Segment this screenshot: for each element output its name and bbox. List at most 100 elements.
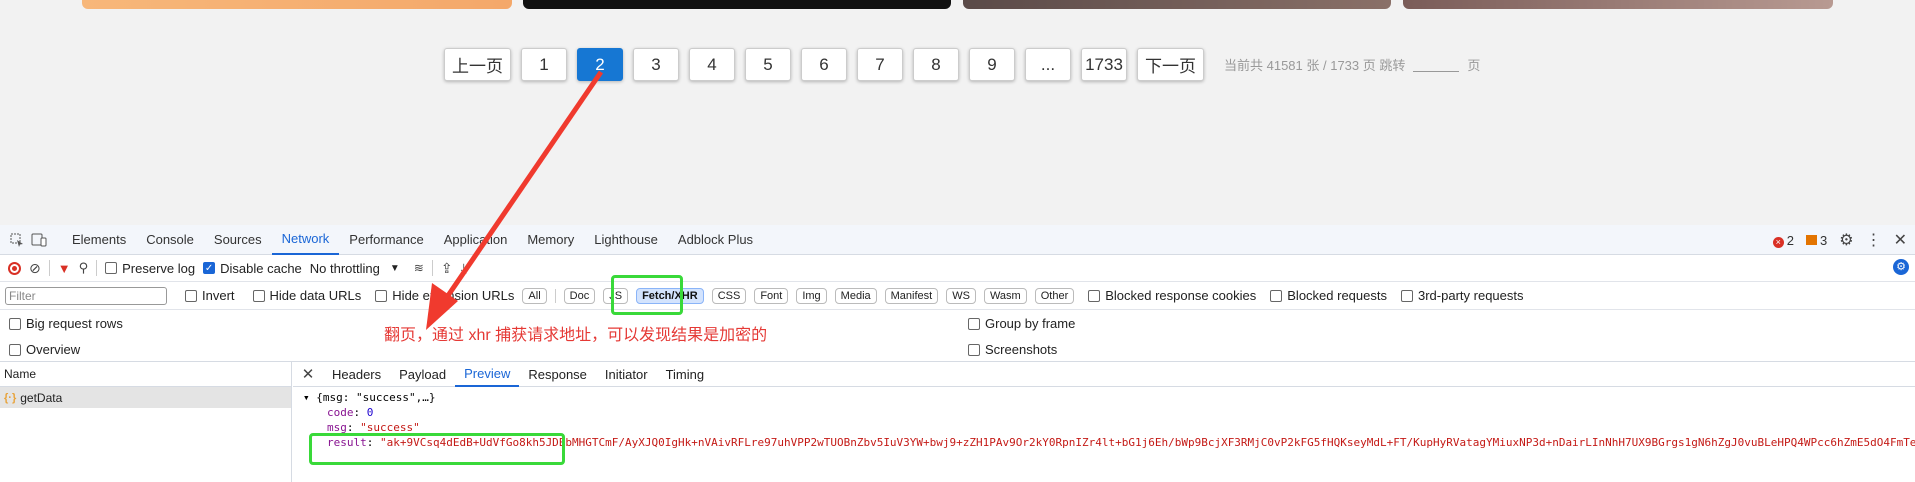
screenshots-checkbox[interactable]: Screenshots xyxy=(968,342,1057,357)
checkbox-box xyxy=(185,289,197,302)
blocked-response-cookies-checkbox[interactable]: Blocked response cookies xyxy=(1088,288,1256,303)
more-options-icon[interactable]: ⋮ xyxy=(1866,230,1882,250)
filter-chip-css[interactable]: CSS xyxy=(711,287,747,304)
page: 上一页 1 2 3 4 5 6 7 8 9 ... 1733 下一页 当前共 4… xyxy=(0,0,1915,482)
thumbnail-image[interactable] xyxy=(963,0,1391,9)
detail-tab-headers[interactable]: Headers xyxy=(323,362,390,387)
filter-chip-font[interactable]: Font xyxy=(754,287,789,304)
json-root[interactable]: ▾ {msg: "success",…} xyxy=(303,390,1915,405)
thumbnail-image[interactable] xyxy=(82,0,512,9)
filter-chip-doc[interactable]: Doc xyxy=(563,287,596,304)
devtools-tab-adblock-plus[interactable]: Adblock Plus xyxy=(668,225,763,255)
filter-chip-img[interactable]: Img xyxy=(796,287,827,304)
chevron-down-icon: ▼ xyxy=(389,262,400,274)
checkbox-box xyxy=(1088,289,1101,302)
devtools-tab-elements[interactable]: Elements xyxy=(62,225,136,255)
preserve-log-checkbox[interactable]: Preserve log xyxy=(105,261,195,276)
filter-chip-manifest[interactable]: Manifest xyxy=(884,287,939,304)
group-by-frame-checkbox[interactable]: Group by frame xyxy=(968,316,1075,331)
page-button[interactable]: 4 xyxy=(689,48,735,81)
error-counter[interactable]: × 2 xyxy=(1772,233,1794,248)
warning-icon xyxy=(1806,234,1818,245)
throttling-select[interactable]: No throttling ▼ xyxy=(310,261,400,276)
detail-tab-payload[interactable]: Payload xyxy=(390,362,455,387)
disable-cache-checkbox[interactable]: ✓ Disable cache xyxy=(203,261,302,276)
page-button[interactable]: 3 xyxy=(633,48,679,81)
device-toolbar-icon[interactable] xyxy=(28,229,50,251)
export-har-icon[interactable]: ⤓ xyxy=(461,260,467,277)
page-button-active[interactable]: 2 xyxy=(577,48,623,81)
devtools-tab-lighthouse[interactable]: Lighthouse xyxy=(584,225,668,255)
checkbox-box xyxy=(9,343,21,356)
network-toolbar: ⊘ ▼ ⚲ Preserve log ✓ Disable cache No thr… xyxy=(0,255,1915,282)
filter-chip-all[interactable]: All xyxy=(522,287,547,304)
detail-tab-preview[interactable]: Preview xyxy=(455,362,520,387)
thumbnail-image[interactable] xyxy=(523,0,951,9)
wifi-conditions-icon[interactable]: ≋ xyxy=(414,261,424,275)
page-button[interactable]: 7 xyxy=(857,48,903,81)
last-page-button[interactable]: 1733 xyxy=(1081,48,1127,81)
name-column-header[interactable]: Name xyxy=(0,362,291,387)
detail-tab-timing[interactable]: Timing xyxy=(657,362,714,387)
devtools-tab-sources[interactable]: Sources xyxy=(204,225,272,255)
detail-tab-initiator[interactable]: Initiator xyxy=(596,362,657,387)
request-row[interactable]: {·} getData xyxy=(0,387,291,408)
divider xyxy=(554,288,556,303)
big-request-rows-label: Big request rows xyxy=(26,316,123,331)
jump-page-input[interactable] xyxy=(1413,58,1460,72)
devtools-tab-memory[interactable]: Memory xyxy=(517,225,584,255)
options-row-2: Overview Screenshots xyxy=(0,339,1915,360)
devtools-tab-application[interactable]: Application xyxy=(434,225,518,255)
thumbnail-image[interactable] xyxy=(1403,0,1833,9)
inspect-element-icon[interactable] xyxy=(6,229,28,251)
settings-gear-icon[interactable]: ⚙ xyxy=(1839,230,1853,250)
clear-icon[interactable]: ⊘ xyxy=(29,260,41,277)
big-request-rows-checkbox[interactable]: Big request rows xyxy=(9,316,123,331)
search-icon[interactable]: ⚲ xyxy=(79,260,89,276)
filter-funnel-icon[interactable]: ▼ xyxy=(58,261,71,276)
checkbox-box-checked: ✓ xyxy=(203,262,216,274)
warning-counter[interactable]: 3 xyxy=(1806,233,1827,248)
filter-chip-other[interactable]: Other xyxy=(1034,287,1075,304)
request-list: Name {·} getData xyxy=(0,362,292,482)
close-devtools-icon[interactable]: ✕ xyxy=(1894,230,1907,250)
page-button[interactable]: 9 xyxy=(969,48,1015,81)
third-party-requests-checkbox[interactable]: 3rd-party requests xyxy=(1401,288,1524,303)
highlight-box-fetch-xhr xyxy=(611,275,683,315)
options-row-1: Big request rows Group by frame xyxy=(0,313,1915,334)
detail-tab-response[interactable]: Response xyxy=(519,362,596,387)
devtools-tab-console[interactable]: Console xyxy=(136,225,204,255)
hide-extension-urls-checkbox[interactable]: Hide extension URLs xyxy=(375,288,514,303)
invert-checkbox[interactable]: Invert xyxy=(185,288,235,303)
prev-page-button[interactable]: 上一页 xyxy=(444,48,511,81)
devtools-tab-performance[interactable]: Performance xyxy=(339,225,433,255)
close-detail-icon[interactable]: ✕ xyxy=(293,365,323,383)
overview-checkbox[interactable]: Overview xyxy=(9,342,80,357)
page-ellipsis-button[interactable]: ... xyxy=(1025,48,1071,81)
checkbox-box xyxy=(252,289,265,302)
network-settings-gear-icon[interactable]: ⚙ xyxy=(1893,259,1909,275)
throttling-value: No throttling xyxy=(309,260,380,276)
filter-chip-media[interactable]: Media xyxy=(834,287,877,304)
filter-chip-wasm[interactable]: Wasm xyxy=(983,287,1027,304)
page-button[interactable]: 8 xyxy=(913,48,959,81)
hide-data-urls-checkbox[interactable]: Hide data URLs xyxy=(252,288,362,303)
third-party-requests-label: 3rd-party requests xyxy=(1418,288,1524,303)
page-button[interactable]: 6 xyxy=(801,48,847,81)
devtools-tab-network[interactable]: Network xyxy=(271,225,340,255)
record-icon[interactable] xyxy=(8,261,21,275)
request-name: getData xyxy=(20,390,63,405)
blocked-requests-checkbox[interactable]: Blocked requests xyxy=(1270,288,1387,303)
filter-chip-ws[interactable]: WS xyxy=(946,287,976,304)
detail-tabbar: ✕ Headers Payload Preview Response Initi… xyxy=(293,362,1915,387)
devtools-panel: Elements Console Sources Network Perform… xyxy=(0,225,1915,482)
checkbox-box xyxy=(375,289,388,302)
import-har-icon[interactable]: ⇪ xyxy=(441,260,453,277)
filter-input[interactable]: Filter xyxy=(5,286,167,305)
json-summary: {msg: "success",…} xyxy=(316,391,436,404)
page-button[interactable]: 5 xyxy=(745,48,791,81)
hide-data-urls-label: Hide data URLs xyxy=(269,288,362,303)
page-button[interactable]: 1 xyxy=(521,48,567,81)
annotation-note: 翻页，通过 xhr 捕获请求地址，可以发现结果是加密的 xyxy=(384,327,768,344)
next-page-button[interactable]: 下一页 xyxy=(1137,48,1204,81)
